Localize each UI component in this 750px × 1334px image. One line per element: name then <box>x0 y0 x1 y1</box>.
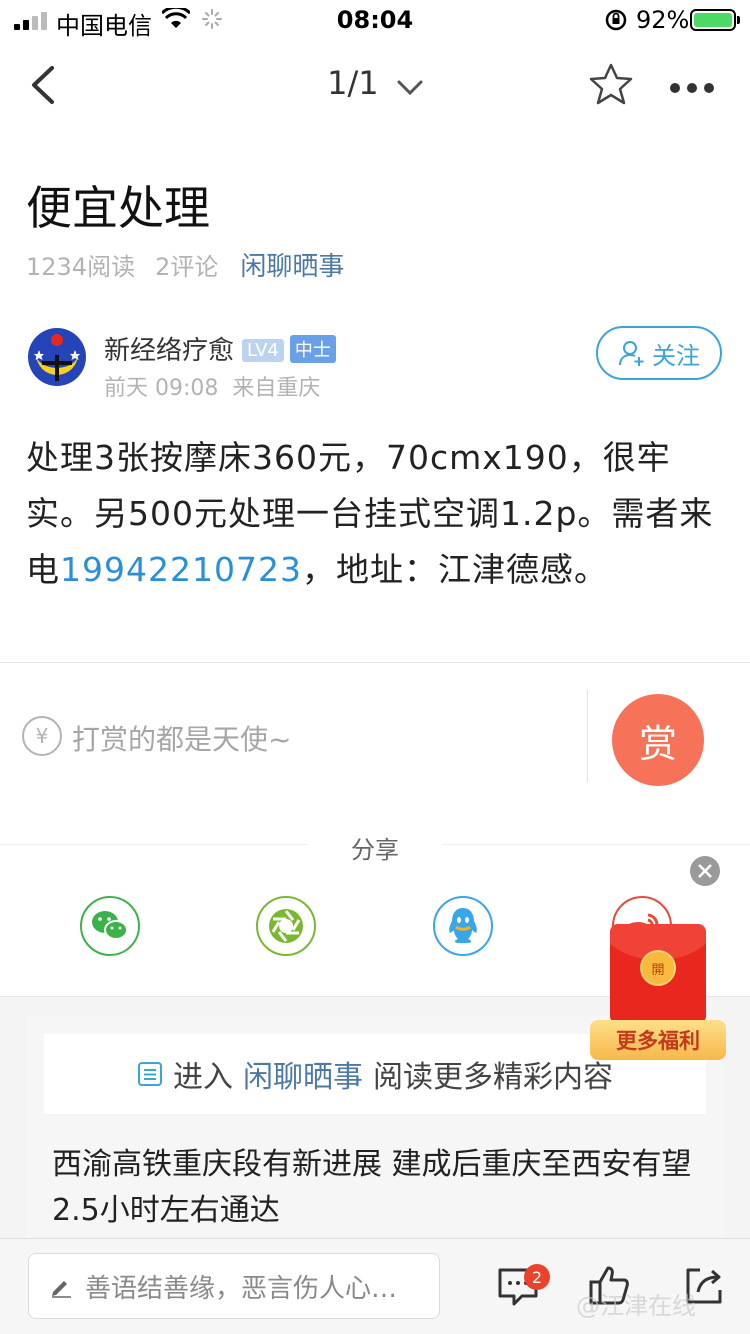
comment-placeholder: 善语结善缘，恶言伤人心… <box>85 1273 398 1304</box>
follow-label: 关注 <box>652 341 700 370</box>
favorite-star-icon[interactable] <box>588 62 634 106</box>
share-wechat-button[interactable] <box>80 896 140 956</box>
reward-button[interactable]: 赏 <box>612 694 704 786</box>
avatar[interactable] <box>28 328 86 386</box>
rotation-lock-icon <box>605 9 627 31</box>
qq-icon <box>449 908 477 943</box>
level-badge: LV4 <box>242 339 284 362</box>
list-icon <box>138 1062 162 1086</box>
category-link[interactable]: 闲聊晒事 <box>240 252 344 282</box>
phone-link[interactable]: 19942210723 <box>60 550 302 589</box>
post-meta: 1234阅读 2评论 闲聊晒事 <box>26 246 344 283</box>
pencil-icon <box>52 1281 71 1298</box>
reward-prompt: 打赏的都是天使~ <box>72 723 292 756</box>
read-count: 1234阅读 <box>26 253 136 281</box>
page-selector[interactable]: 1/1 <box>0 64 750 104</box>
rank-badge: 中士 <box>289 335 336 363</box>
share-qq-button[interactable] <box>433 896 493 956</box>
follow-button[interactable]: 关注 <box>596 326 722 380</box>
yen-icon: ¥ <box>22 716 62 756</box>
post-time-row: 前天 09:08 来自重庆 <box>104 370 320 402</box>
post-location: 来自重庆 <box>232 376 321 401</box>
enter-prefix: 进入 <box>173 1060 233 1095</box>
battery-icon <box>690 9 740 31</box>
post-time: 前天 09:08 <box>104 376 219 401</box>
add-user-icon <box>619 341 644 366</box>
vertical-divider <box>587 690 588 782</box>
close-icon[interactable] <box>690 856 720 886</box>
page-indicator: 1/1 <box>327 64 379 102</box>
divider <box>0 662 750 663</box>
post-title: 便宜处理 <box>26 181 210 235</box>
chevron-down-icon <box>397 66 423 104</box>
status-bar: 中国电信 08:04 92% <box>0 0 750 40</box>
enter-suffix: 阅读更多精彩内容 <box>373 1060 613 1095</box>
more-welfare-button[interactable]: 更多福利 <box>590 1020 726 1060</box>
comment-count: 2评论 <box>155 253 219 281</box>
share-moments-button[interactable] <box>256 896 316 956</box>
red-packet-button[interactable]: 開 <box>610 924 706 1024</box>
post-body: 处理3张按摩床360元，70cmx190，很牢实。另500元处理一台挂式空调1.… <box>26 430 726 598</box>
comment-count-badge: 2 <box>524 1264 550 1290</box>
post-body-address: ，地址：江津德感。 <box>301 550 608 589</box>
moments-icon <box>269 909 303 943</box>
author-name-row: 新经络疗愈 LV4 中士 <box>104 330 336 367</box>
share-label: 分享 <box>351 836 399 864</box>
wechat-icon <box>92 911 128 940</box>
related-news-item[interactable]: 西渝高铁重庆段有新进展 建成后重庆至西安有望2.5小时左右通达 <box>52 1142 692 1234</box>
battery-percent: 92% <box>636 6 690 34</box>
red-packet-coin: 開 <box>640 950 676 986</box>
more-options-icon[interactable] <box>670 78 721 97</box>
comment-input[interactable]: 善语结善缘，恶言伤人心… <box>28 1253 440 1319</box>
forum-name: 闲聊晒事 <box>243 1060 363 1095</box>
watermark: @江津在线 <box>576 1292 696 1320</box>
author-name[interactable]: 新经络疗愈 <box>104 336 234 366</box>
